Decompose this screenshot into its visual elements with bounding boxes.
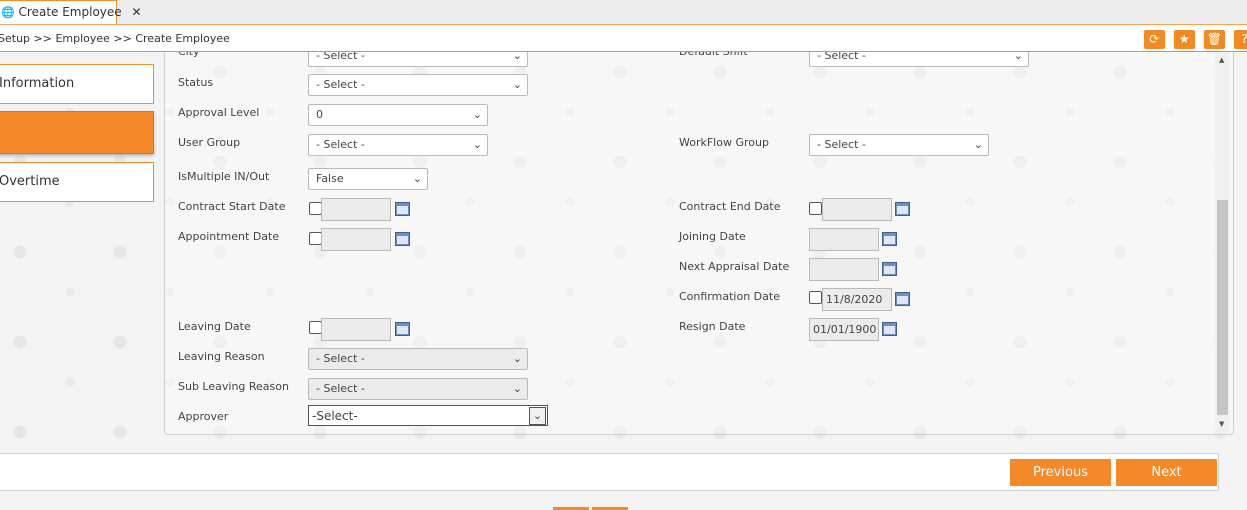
calendar-icon[interactable]	[895, 202, 910, 216]
confirmation-checkbox[interactable]	[809, 291, 822, 304]
previous-button[interactable]: Previous	[1010, 459, 1111, 486]
breadcrumb-bar: Setup >> Employee >> Create Employee ⟳ ★…	[0, 25, 1247, 53]
joining-label: Joining Date	[679, 230, 746, 243]
tab-create-employee[interactable]: 🌐 Create Employee ✕	[0, 0, 142, 24]
chevron-down-icon: ⌄	[412, 172, 422, 185]
confirmation-date[interactable]: 11/8/2020	[822, 288, 892, 311]
breadcrumb: Setup >> Employee >> Create Employee	[0, 32, 230, 45]
approval-level-label: Approval Level	[178, 106, 260, 119]
approver-label: Approver	[178, 410, 229, 423]
next-appraisal-date[interactable]	[809, 258, 879, 281]
tab-bar: 🌐 Create Employee ✕	[0, 0, 1247, 25]
globe-icon: 🌐	[1, 6, 15, 19]
calendar-icon[interactable]	[895, 292, 910, 306]
menu-item-active[interactable]	[0, 111, 154, 154]
sub-leaving-reason-label: Sub Leaving Reason	[178, 380, 289, 393]
chevron-down-icon: ⌄	[529, 407, 546, 425]
contract-start-label: Contract Start Date	[178, 200, 286, 213]
resign-label: Resign Date	[679, 320, 746, 333]
chevron-down-icon: ⌄	[512, 352, 522, 365]
chevron-down-icon: ⌄	[512, 78, 522, 91]
appointment-date[interactable]	[321, 228, 391, 251]
chevron-down-icon: ⌄	[472, 108, 482, 121]
scrollbar-thumb[interactable]	[1217, 200, 1228, 415]
calendar-icon[interactable]	[395, 232, 410, 246]
scroll-down-icon[interactable]: ▼	[1219, 420, 1224, 428]
leaving-reason-select[interactable]: - Select - ⌄	[308, 348, 528, 370]
calendar-icon[interactable]	[395, 202, 410, 216]
trash-icon[interactable]: 🗑	[1203, 30, 1225, 49]
leaving-date[interactable]	[321, 318, 391, 341]
resign-date[interactable]: 01/01/1900	[809, 318, 879, 341]
status-select[interactable]: - Select - ⌄	[308, 74, 528, 96]
contract-end-label: Contract End Date	[679, 200, 781, 213]
workflow-group-label: WorkFlow Group	[679, 136, 769, 149]
confirmation-label: Confirmation Date	[679, 290, 780, 303]
ismultiple-label: IsMultiple IN/Out	[178, 170, 270, 183]
sub-leaving-reason-select[interactable]: - Select - ⌄	[308, 378, 528, 400]
chevron-down-icon: ⌄	[512, 382, 522, 395]
help-icon[interactable]: ?	[1234, 30, 1247, 49]
refresh-icon[interactable]: ⟳	[1143, 30, 1165, 49]
contract-start-date[interactable]	[321, 198, 391, 221]
toolbar-actions: ⟳ ★ 🗑 ?	[1140, 28, 1247, 49]
close-icon[interactable]: ✕	[131, 5, 141, 19]
tab-title: Create Employee	[18, 5, 122, 19]
star-icon[interactable]: ★	[1173, 30, 1195, 49]
menu-item-information[interactable]: Information	[0, 64, 154, 104]
chevron-down-icon: ⌄	[973, 138, 983, 151]
leaving-reason-label: Leaving Reason	[178, 350, 265, 363]
menu-item-label: Overtime	[0, 174, 60, 189]
panel-scrollbar[interactable]: ▲ ▼	[1215, 52, 1230, 433]
chevron-down-icon: ⌄	[472, 138, 482, 151]
status-label: Status	[178, 76, 214, 89]
calendar-icon[interactable]	[882, 322, 897, 336]
next-button[interactable]: Next	[1116, 459, 1217, 486]
next-appraisal-label: Next Appraisal Date	[679, 260, 790, 273]
approval-level-select[interactable]: 0 ⌄	[308, 104, 488, 126]
contract-end-date[interactable]	[822, 198, 892, 221]
ismultiple-select[interactable]: False ⌄	[308, 168, 428, 190]
calendar-icon[interactable]	[395, 322, 410, 336]
approver-select[interactable]: -Select- ⌄	[308, 405, 548, 426]
menu-item-overtime[interactable]: Overtime	[0, 162, 154, 202]
user-group-label: User Group	[178, 136, 241, 149]
leaving-label: Leaving Date	[178, 320, 251, 333]
calendar-icon[interactable]	[882, 232, 897, 246]
calendar-icon[interactable]	[882, 262, 897, 276]
menu-item-label: Information	[0, 76, 75, 91]
joining-date[interactable]	[809, 228, 879, 251]
contract-end-checkbox[interactable]	[809, 202, 822, 215]
scroll-up-icon[interactable]: ▲	[1219, 56, 1224, 64]
workflow-group-select[interactable]: - Select - ⌄	[809, 134, 989, 156]
appointment-label: Appointment Date	[178, 230, 280, 243]
user-group-select[interactable]: - Select - ⌄	[308, 134, 488, 156]
